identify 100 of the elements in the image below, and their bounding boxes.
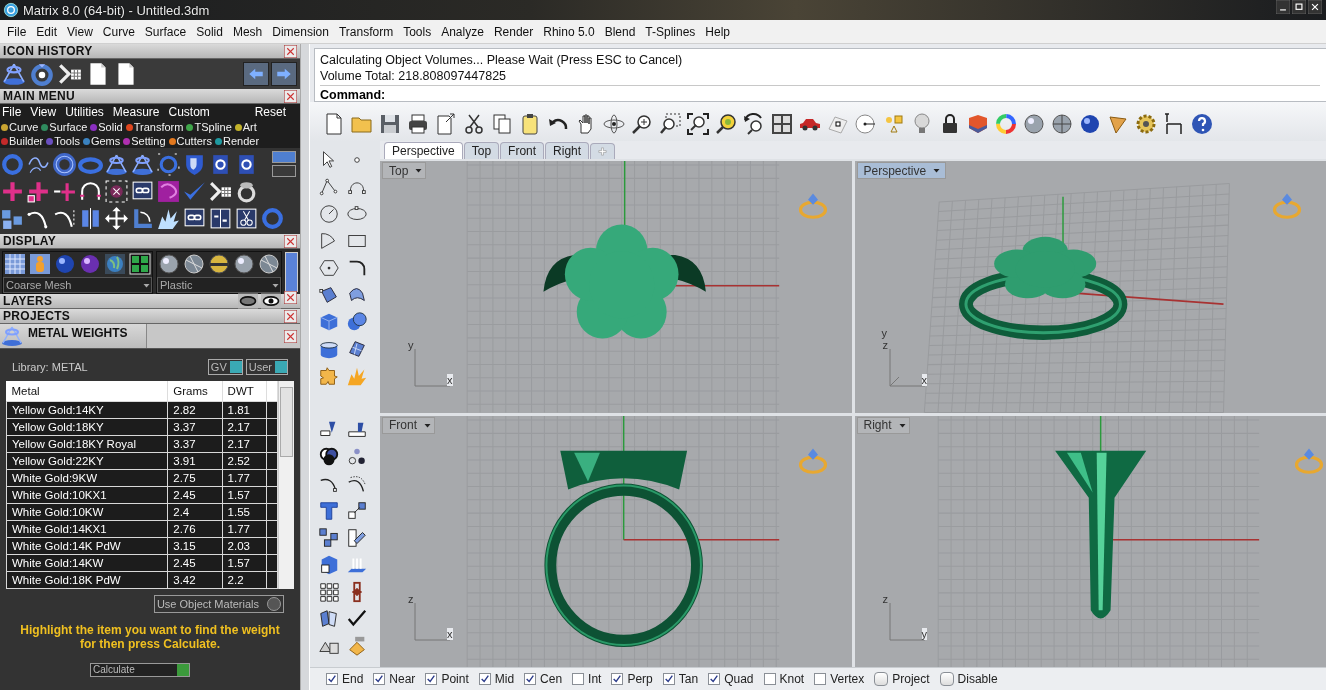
- caret-icon[interactable]: [414, 166, 424, 175]
- category-item[interactable]: TSpline: [186, 121, 232, 133]
- texture-icon[interactable]: [156, 179, 181, 204]
- globe-icon[interactable]: [103, 252, 127, 276]
- quad-view-icon[interactable]: [128, 252, 152, 276]
- page-setup-icon[interactable]: [434, 112, 458, 136]
- scissors-icon[interactable]: [234, 206, 259, 231]
- menu-item[interactable]: Edit: [31, 24, 63, 39]
- calculate-button[interactable]: Calculate: [90, 663, 190, 677]
- maximize-icon[interactable]: [1292, 0, 1306, 14]
- sphere-icon[interactable]: [1022, 112, 1046, 136]
- surface-icon[interactable]: [318, 284, 340, 306]
- zoom-in-icon[interactable]: [630, 112, 654, 136]
- selection-icon[interactable]: [104, 179, 129, 204]
- checkbox[interactable]: [478, 673, 491, 685]
- category-item[interactable]: Gems: [82, 135, 121, 147]
- checkbox[interactable]: [611, 673, 624, 685]
- reset-link[interactable]: Reset: [254, 105, 300, 119]
- spheres-icon[interactable]: [346, 311, 368, 333]
- toggle-button[interactable]: GV: [207, 359, 243, 375]
- checkbox[interactable]: [708, 673, 721, 685]
- category-item[interactable]: Builder: [1, 135, 44, 147]
- zoom-selected-icon[interactable]: [714, 112, 738, 136]
- category-item[interactable]: Transform: [125, 121, 184, 133]
- menu-item[interactable]: Surface: [139, 24, 192, 39]
- menu-item[interactable]: Blend: [599, 24, 641, 39]
- sphere-icon[interactable]: [1078, 112, 1102, 136]
- checkbox[interactable]: [662, 673, 675, 685]
- category-item[interactable]: Solid: [90, 121, 123, 133]
- tools-icon[interactable]: [57, 61, 83, 87]
- sphere-icon[interactable]: [53, 252, 77, 276]
- menu-item[interactable]: T-Splines: [640, 24, 701, 39]
- checkbox[interactable]: [373, 673, 386, 685]
- split-icon[interactable]: [208, 206, 233, 231]
- layers-icon[interactable]: [966, 112, 990, 136]
- checkbox[interactable]: [326, 673, 338, 685]
- checkbox[interactable]: [939, 672, 954, 686]
- menu-item[interactable]: Dimension: [267, 24, 334, 39]
- menu-item[interactable]: Custom: [168, 105, 210, 119]
- grid-icon[interactable]: [3, 252, 27, 276]
- menu-item[interactable]: Render: [488, 24, 539, 39]
- menu-item[interactable]: Rhino 5.0: [538, 24, 600, 39]
- category-item[interactable]: Setting: [123, 135, 166, 147]
- viewport-tab[interactable]: Front: [500, 142, 545, 159]
- toggle-button[interactable]: User: [245, 359, 288, 375]
- viewport-tab[interactable]: Perspective: [384, 142, 463, 159]
- boolean-icon[interactable]: [318, 446, 340, 468]
- grid-array-icon[interactable]: [318, 581, 340, 603]
- checkbox[interactable]: Use Object Materials: [153, 595, 284, 613]
- menu-item[interactable]: Analyze: [436, 24, 489, 39]
- four-viewports-icon[interactable]: [770, 112, 794, 136]
- polygon-icon[interactable]: [318, 257, 340, 279]
- shell-icon[interactable]: [318, 608, 340, 630]
- menu-item[interactable]: Utilities: [65, 105, 104, 119]
- text-tool-icon[interactable]: [318, 500, 340, 522]
- viewport-title[interactable]: Right: [856, 416, 910, 434]
- save-icon[interactable]: [378, 112, 402, 136]
- column-header[interactable]: Grams: [167, 381, 223, 402]
- column-header[interactable]: DWT: [222, 381, 267, 402]
- panel-toggle-button[interactable]: [285, 252, 298, 292]
- scrollbar[interactable]: [278, 381, 294, 589]
- plus-icon[interactable]: [26, 179, 51, 204]
- orient-icon[interactable]: [346, 527, 368, 549]
- move-icon[interactable]: [104, 206, 129, 231]
- checkbox[interactable]: [425, 673, 438, 685]
- menu-item[interactable]: View: [30, 105, 57, 119]
- minimize-icon[interactable]: [1276, 0, 1290, 14]
- viewport-title[interactable]: Perspective: [856, 162, 947, 179]
- printer-icon[interactable]: [406, 112, 430, 136]
- color-wheel-icon[interactable]: [994, 112, 1018, 136]
- ring-stand-icon[interactable]: [1, 61, 27, 87]
- ring-icon[interactable]: [52, 151, 77, 177]
- category-item[interactable]: Cutters: [168, 135, 212, 147]
- column-header[interactable]: Metal: [6, 381, 168, 402]
- ring-stand-icon[interactable]: [0, 324, 24, 348]
- checkbox[interactable]: [814, 673, 827, 685]
- checkbox[interactable]: [874, 672, 889, 686]
- solid-icon[interactable]: [318, 554, 340, 576]
- gear-icon[interactable]: [1134, 112, 1158, 136]
- category-item[interactable]: Surface: [41, 121, 88, 133]
- category-item[interactable]: Render: [215, 135, 260, 147]
- sphere-icon[interactable]: [207, 252, 231, 276]
- menu-item[interactable]: Measure: [112, 105, 160, 119]
- viewport-tab[interactable]: Top: [463, 142, 500, 159]
- burst-icon[interactable]: [156, 206, 181, 231]
- tools-icon[interactable]: [208, 179, 233, 204]
- panel-icon[interactable]: [346, 338, 368, 360]
- zoom-window-icon[interactable]: [658, 112, 682, 136]
- menu-item[interactable]: Help: [700, 24, 736, 39]
- menu-item[interactable]: Tools: [398, 24, 437, 39]
- category-item[interactable]: Tools: [46, 135, 80, 147]
- paint-icon[interactable]: [346, 635, 368, 657]
- menu-item[interactable]: Mesh: [227, 24, 268, 39]
- sphere-icon[interactable]: [78, 252, 102, 276]
- figure-icon[interactable]: [28, 252, 52, 276]
- zoom-extents-icon[interactable]: [686, 112, 710, 136]
- circles-icon[interactable]: [346, 446, 368, 468]
- puzzle-icon[interactable]: [318, 365, 340, 387]
- ring-icon[interactable]: [29, 61, 55, 87]
- menu-item[interactable]: Transform: [333, 24, 399, 39]
